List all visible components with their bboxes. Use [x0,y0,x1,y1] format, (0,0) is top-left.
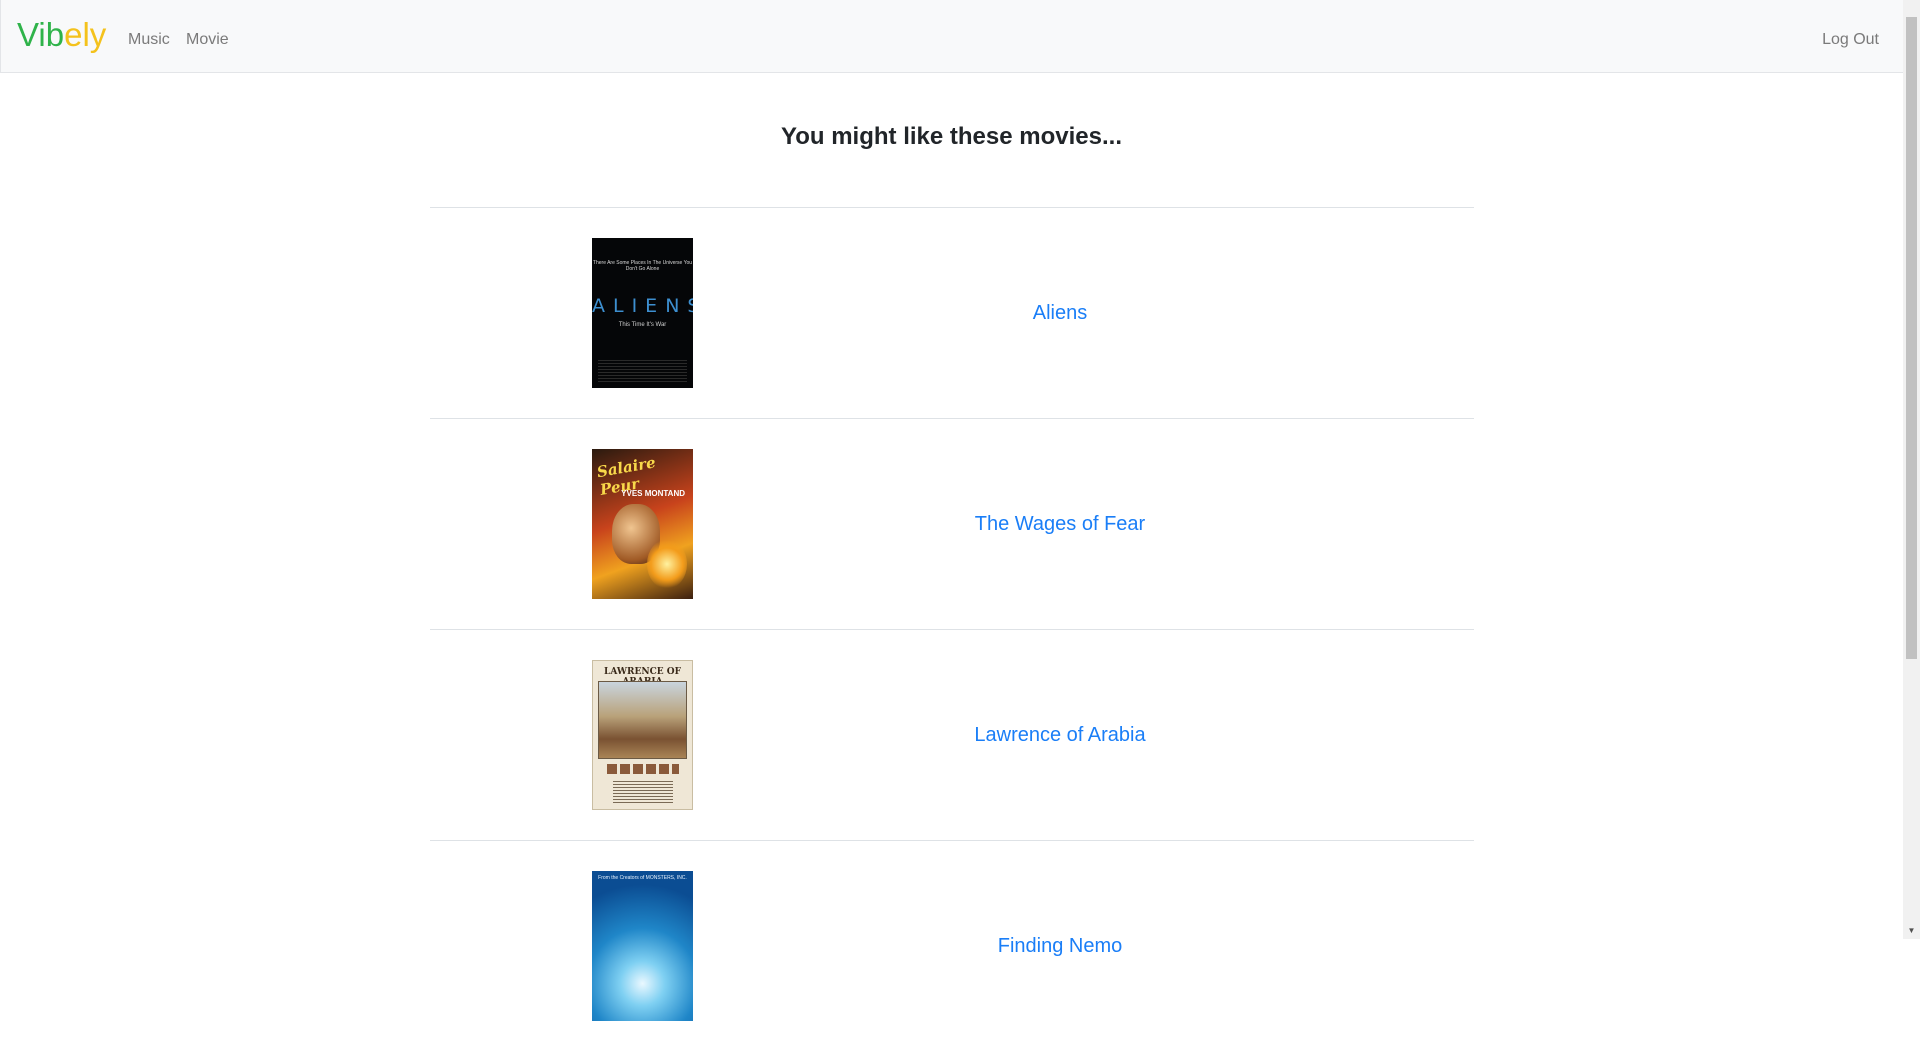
movie-title-link[interactable]: Finding Nemo [910,841,1210,1052]
brand-logo-part1: Vib [17,16,65,53]
brand-logo-part2: ely [64,16,107,53]
movie-row: There Are Some Places In The Universe Yo… [430,207,1474,418]
movie-row: Salaire Peur YVES MONTAND The Wages of F… [430,418,1474,629]
poster-star: YVES MONTAND [621,489,685,498]
top-navbar: Vibely Music Movie Log Out [0,0,1903,73]
poster-tagline: There Are Some Places In The Universe Yo… [592,260,693,272]
scrollbar-thumb[interactable] [1906,17,1917,659]
poster-credits [613,779,673,803]
nav-link-movie[interactable]: Movie [186,31,229,49]
movie-row: From the Creators of MONSTERS, INC. Find… [430,840,1474,1051]
movie-poster[interactable]: LAWRENCE OF ARABIA [592,660,693,810]
poster-fire-art [647,539,687,589]
movie-title-link[interactable]: The Wages of Fear [910,419,1210,630]
logout-link[interactable]: Log Out [1822,31,1879,49]
poster-logo: ALIENS [592,295,693,317]
vertical-scrollbar[interactable]: ▼ [1903,0,1920,939]
poster-top-text: From the Creators of MONSTERS, INC. [598,875,687,881]
movie-row: LAWRENCE OF ARABIA Lawrence of Arabia [430,629,1474,840]
nav-link-music[interactable]: Music [128,31,170,49]
poster-portraits [607,764,679,774]
page-heading: You might like these movies... [781,123,1122,150]
movie-poster[interactable]: There Are Some Places In The Universe Yo… [592,238,693,388]
movie-title-link[interactable]: Aliens [910,208,1210,419]
poster-art [598,681,687,759]
movie-list: There Are Some Places In The Universe Yo… [430,207,1474,1051]
poster-subtitle: This Time It's War [618,322,667,328]
poster-credits [598,360,687,382]
scroll-down-arrow-icon[interactable]: ▼ [1903,922,1920,939]
movie-poster[interactable]: From the Creators of MONSTERS, INC. [592,871,693,1021]
brand-logo[interactable]: Vibely [17,18,106,51]
movie-poster[interactable]: Salaire Peur YVES MONTAND [592,449,693,599]
movie-title-link[interactable]: Lawrence of Arabia [910,630,1210,841]
